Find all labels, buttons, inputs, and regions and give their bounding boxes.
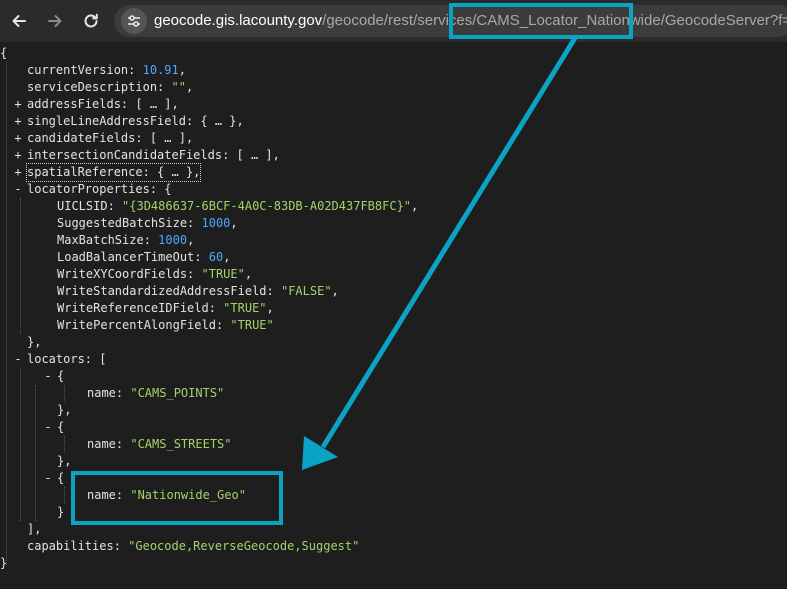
indent-guide: [20, 368, 21, 521]
indent-guide: [20, 198, 21, 334]
expand-toggle[interactable]: +: [12, 147, 24, 164]
json-value: 10.91: [142, 63, 179, 77]
json-object-close: },: [57, 403, 72, 417]
url-host: geocode.gis.lacounty.gov: [154, 12, 323, 29]
json-entry-intersection-candidate-fields[interactable]: intersectionCandidateFields: [ … ],: [27, 147, 280, 164]
json-array-close: ],: [27, 522, 42, 536]
indent-guide: [35, 385, 36, 521]
json-value: "{3D486637-6BCF-4A0C-83DB-A02D437FB8FC}": [122, 199, 412, 213]
json-entry-write-percent-along-field: WritePercentAlongField: "TRUE": [57, 318, 274, 332]
json-object-open: {: [57, 471, 65, 485]
site-settings-button[interactable]: [121, 8, 147, 34]
json-root-open: {: [0, 46, 8, 60]
json-entry-write-standardized-address-field: WriteStandardizedAddressField: "FALSE",: [57, 284, 339, 298]
expand-toggle[interactable]: +: [12, 113, 24, 130]
json-entry-write-reference-id-field: WriteReferenceIDField: "TRUE",: [57, 301, 274, 315]
json-root-close: }: [0, 556, 8, 570]
json-key: MaxBatchSize: [57, 233, 144, 247]
json-entry-current-version: currentVersion: 10.91,: [27, 63, 186, 77]
json-key: intersectionCandidateFields: [27, 148, 223, 162]
json-entry-suggested-batch-size: SuggestedBatchSize: 1000,: [57, 216, 238, 230]
json-object-close: },: [27, 335, 42, 349]
json-key: LoadBalancerTimeOut: [57, 250, 195, 264]
json-collapsed-preview: [ … ],: [149, 131, 194, 145]
json-entry-candidate-fields[interactable]: candidateFields: [ … ],: [27, 130, 193, 147]
json-value: "TRUE": [201, 267, 245, 281]
json-value: 1000: [201, 216, 231, 230]
indent-guide: [64, 436, 65, 453]
json-key: locatorProperties: [27, 182, 150, 196]
json-entry-load-balancer-timeout: LoadBalancerTimeOut: 60,: [57, 250, 231, 264]
json-entry-uiclsid: UICLSID: "{3D486637-6BCF-4A0C-83DB-A02D4…: [57, 199, 419, 213]
json-object-close: }: [57, 505, 65, 519]
locator-highlight-box: [71, 471, 283, 525]
json-entry-capabilities: capabilities: "Geocode,ReverseGeocode,Su…: [27, 539, 360, 553]
json-key: singleLineAddressField: [27, 114, 186, 128]
forward-arrow-icon: [48, 15, 62, 27]
json-entry-service-description: serviceDescription: "",: [27, 80, 194, 94]
expand-toggle[interactable]: +: [12, 130, 24, 147]
json-entry-single-line-address-field[interactable]: singleLineAddressField: { … },: [27, 113, 244, 130]
expand-toggle[interactable]: +: [12, 164, 24, 181]
indent-guide: [64, 487, 65, 504]
json-object-open: {: [57, 369, 65, 383]
json-value: "CAMS_STREETS": [130, 437, 232, 451]
json-collapsed-preview: { … },: [157, 165, 201, 179]
collapse-toggle[interactable]: -: [12, 351, 24, 368]
json-key: SuggestedBatchSize: [57, 216, 188, 230]
json-value: "TRUE": [230, 318, 274, 332]
json-key: spatialReference: [27, 165, 143, 179]
json-key: serviceDescription: [27, 80, 158, 94]
json-value: "CAMS_POINTS": [130, 386, 225, 400]
json-collapsed-preview: { … },: [200, 114, 244, 128]
collapse-toggle[interactable]: -: [12, 181, 24, 198]
indent-guide: [64, 385, 65, 402]
json-value: 60: [208, 250, 224, 264]
json-key: WriteXYCoordFields: [57, 267, 188, 281]
json-key: currentVersion: [27, 63, 129, 77]
url-highlight-box: [449, 3, 633, 39]
json-key: name: [87, 437, 116, 451]
json-key: name: [87, 386, 116, 400]
json-value: "FALSE": [280, 284, 332, 298]
collapse-toggle[interactable]: -: [42, 419, 54, 436]
json-key: WriteReferenceIDField: [57, 301, 209, 315]
url-path-end: /GeocodeServer?f=json: [660, 12, 787, 29]
collapse-toggle[interactable]: -: [42, 470, 54, 487]
json-key: WriteStandardizedAddressField: [57, 284, 267, 298]
browser-toolbar: geocode.gis.lacounty.gov/geocode/rest/se…: [0, 0, 787, 42]
json-collapsed-preview: [ … ],: [236, 148, 280, 162]
json-entry-locator-name: name: "CAMS_POINTS": [87, 386, 225, 400]
json-value: "Geocode,ReverseGeocode,Suggest": [128, 539, 360, 553]
indent-guide: [6, 62, 7, 565]
json-value: 1000: [158, 233, 188, 247]
json-value: "TRUE": [223, 301, 267, 315]
json-key: addressFields: [27, 97, 121, 111]
site-settings-icon: [128, 15, 140, 27]
collapse-toggle[interactable]: -: [42, 368, 54, 385]
forward-button[interactable]: [40, 6, 70, 36]
json-key: locators: [27, 352, 85, 366]
json-entry-spatial-reference[interactable]: spatialReference: { … },: [25, 163, 202, 182]
reload-icon: [84, 13, 98, 28]
json-object-close: },: [57, 454, 72, 468]
json-entry-locators[interactable]: locators: [: [27, 351, 106, 368]
json-key: candidateFields: [27, 131, 136, 145]
json-entry-address-fields[interactable]: addressFields: [ … ],: [27, 96, 179, 113]
back-arrow-icon: [12, 15, 26, 27]
reload-button[interactable]: [76, 6, 106, 36]
json-entry-write-xy-coord-fields: WriteXYCoordFields: "TRUE",: [57, 267, 253, 281]
json-key: UICLSID: [57, 199, 108, 213]
json-value: "": [171, 80, 186, 94]
json-entry-locator-name: name: "CAMS_STREETS": [87, 437, 232, 451]
back-button[interactable]: [4, 6, 34, 36]
json-collapsed-preview: [ … ],: [135, 97, 179, 111]
expand-toggle[interactable]: +: [12, 96, 24, 113]
json-entry-locator-properties[interactable]: locatorProperties: {: [27, 181, 172, 198]
json-key: capabilities: [27, 539, 114, 553]
json-object-open: {: [57, 420, 65, 434]
json-key: WritePercentAlongField: [57, 318, 216, 332]
json-entry-max-batch-size: MaxBatchSize: 1000,: [57, 233, 195, 247]
